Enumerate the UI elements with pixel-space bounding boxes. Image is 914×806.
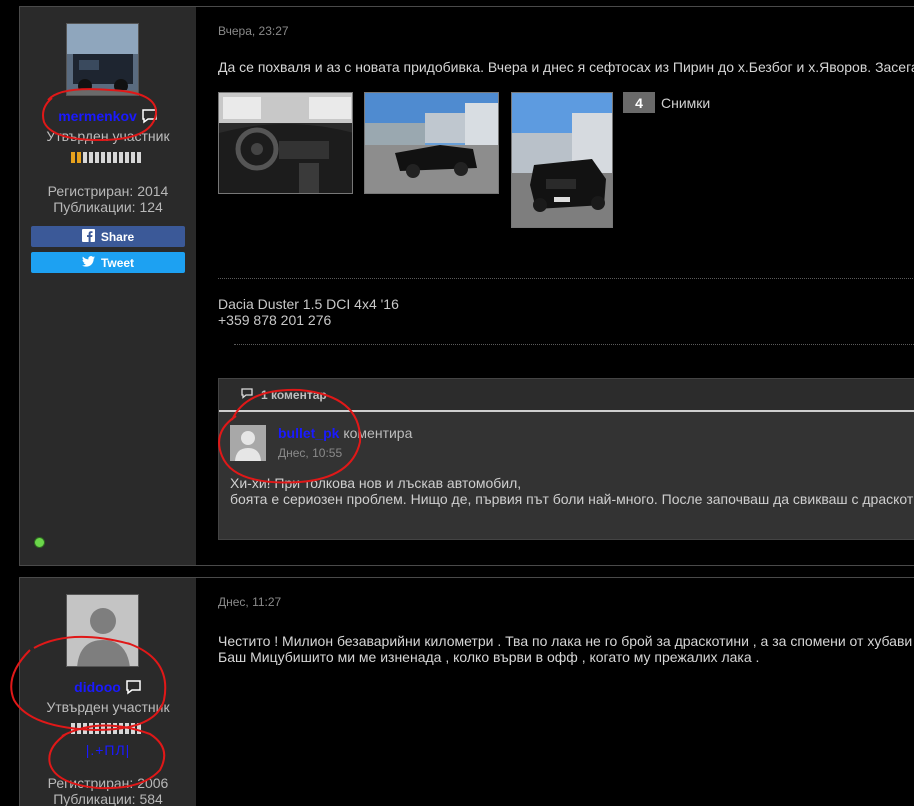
avatar[interactable] — [230, 425, 266, 461]
post-text: Да се похваля и аз с новата придобивка. … — [218, 59, 914, 75]
online-status-indicator — [34, 537, 45, 548]
user-rank: Утвърден участник — [46, 699, 170, 715]
comment-date: Днес, 10:55 — [278, 446, 343, 460]
post-author-panel: didooo Утвърден участник |.+ПЛ| Регистри… — [20, 578, 206, 806]
comment-author: bullet_pk коментира — [278, 425, 413, 441]
photo-thumbnail[interactable] — [511, 92, 613, 228]
username-link[interactable]: didooo — [74, 679, 121, 695]
comments-header[interactable]: 1 коментар — [219, 379, 914, 412]
speech-arrow — [196, 45, 206, 59]
comment-bubble-icon — [241, 387, 253, 402]
photo-thumbnail[interactable] — [218, 92, 353, 194]
post-content: Днес, 11:27 Честито ! Милион безаварийни… — [218, 578, 914, 806]
username-link[interactable]: mermenkov — [58, 108, 137, 124]
username-link[interactable]: bullet_pk — [278, 425, 339, 441]
post-2: didooo Утвърден участник |.+ПЛ| Регистри… — [19, 577, 914, 806]
reputation-bar — [71, 723, 141, 734]
twitter-bird-icon — [81, 255, 95, 270]
post-time[interactable]: Днес, 11:27 — [218, 595, 281, 609]
twitter-tweet-button[interactable]: Tweet — [31, 252, 185, 273]
comment-text: Хи-хи! При толкова нов и лъскав автомоби… — [230, 475, 914, 507]
signature: Dacia Duster 1.5 DCI 4x4 '16 +359 878 20… — [218, 296, 399, 328]
photo-thumbnail[interactable] — [364, 92, 499, 194]
private-message-icon[interactable] — [141, 108, 158, 124]
divider — [234, 344, 914, 345]
avatar[interactable] — [66, 594, 139, 667]
facebook-share-button[interactable]: Share — [31, 226, 185, 247]
registered-date: Регистриран: 2014 — [47, 183, 169, 199]
post-count: Публикации: 124 — [53, 199, 163, 215]
post-text: Честито ! Милион безаварийни километри .… — [218, 633, 914, 665]
post-content: Вчера, 23:27 Да се похваля и аз с новата… — [218, 7, 914, 565]
post-1: mermenkov Утвърден участник Регистриран:… — [19, 6, 914, 566]
reputation-bar — [71, 152, 141, 163]
facebook-icon — [81, 228, 95, 245]
photos-count: 4 — [623, 92, 655, 113]
avatar[interactable] — [66, 23, 139, 96]
divider — [218, 278, 914, 279]
private-message-icon[interactable] — [125, 679, 142, 695]
speech-arrow — [196, 615, 206, 629]
user-note: |.+ПЛ| — [85, 742, 131, 758]
user-rank: Утвърден участник — [46, 128, 170, 144]
post-author-panel: mermenkov Утвърден участник Регистриран:… — [20, 7, 206, 565]
photos-label: Снимки — [661, 94, 711, 111]
comments-box: 1 коментар bullet_pk коментира Днес, 10:… — [218, 378, 914, 540]
photos-count-link[interactable]: 4 Снимки — [623, 92, 710, 113]
post-time[interactable]: Вчера, 23:27 — [218, 24, 289, 38]
registered-date: Регистриран: 2006 — [47, 775, 169, 791]
post-count: Публикации: 584 — [53, 791, 163, 806]
